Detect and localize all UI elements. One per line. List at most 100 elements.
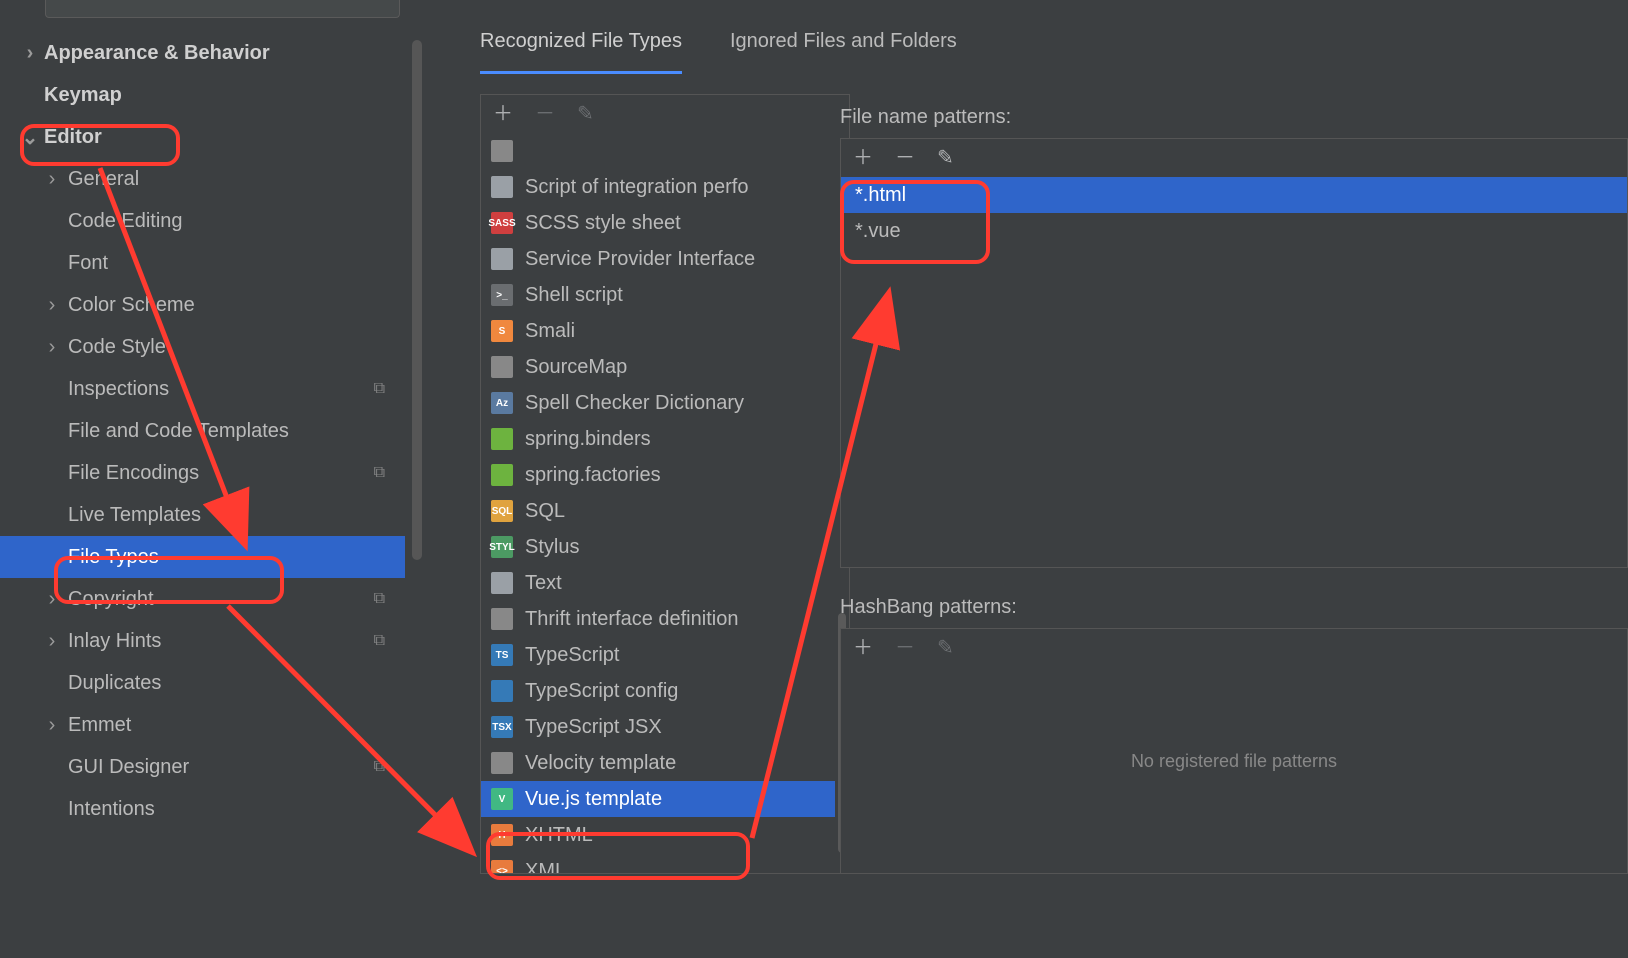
- filetype-icon: [491, 176, 513, 198]
- add-pattern-icon[interactable]: ＋: [853, 148, 873, 168]
- hashbang-empty-message: No registered file patterns: [841, 751, 1627, 772]
- pattern-item[interactable]: *.vue: [841, 213, 1627, 249]
- filetype-item[interactable]: S Smali: [481, 313, 849, 349]
- sidebar-item-code-editing[interactable]: Code Editing: [0, 200, 405, 242]
- tab-ignored-files[interactable]: Ignored Files and Folders: [730, 30, 957, 74]
- sidebar-item-editor[interactable]: ⌄Editor: [0, 116, 405, 158]
- sidebar-item-live-templates[interactable]: Live Templates: [0, 494, 405, 536]
- filetypes-list[interactable]: Script of integration perfoSASSSCSS styl…: [481, 133, 849, 873]
- settings-search-input[interactable]: [45, 0, 400, 18]
- sidebar-item-font[interactable]: Font: [0, 242, 405, 284]
- filetype-item[interactable]: spring.binders: [481, 421, 849, 457]
- sidebar-item-appearance-behavior[interactable]: ›Appearance & Behavior: [0, 32, 405, 74]
- sidebar-item-gui-designer[interactable]: GUI Designer⧉: [0, 746, 405, 788]
- filetype-label: SCSS style sheet: [525, 212, 681, 235]
- filetype-item[interactable]: spring.factories: [481, 457, 849, 493]
- chevron-icon: ›: [40, 168, 64, 191]
- filetype-item[interactable]: HXHTML: [481, 817, 849, 853]
- filetype-label: Spell Checker Dictionary: [525, 392, 744, 415]
- filetype-item[interactable]: Thrift interface definition: [481, 601, 849, 637]
- filetype-icon: [491, 248, 513, 270]
- filetype-item[interactable]: Velocity template: [481, 745, 849, 781]
- sidebar-item-label: General: [68, 168, 139, 191]
- filetype-icon: S: [491, 320, 513, 342]
- sidebar-item-label: Inspections: [68, 378, 169, 401]
- sidebar-item-label: Appearance & Behavior: [44, 42, 270, 65]
- chevron-icon: ›: [18, 42, 42, 65]
- pattern-item[interactable]: *.html: [841, 177, 1627, 213]
- filetype-label: SourceMap: [525, 356, 627, 379]
- patterns-panel: ＋ － ✎ *.html *.vue: [840, 138, 1628, 568]
- sidebar-item-keymap[interactable]: Keymap: [0, 74, 405, 116]
- filetype-item[interactable]: SQLSQL: [481, 493, 849, 529]
- sidebar-item-duplicates[interactable]: Duplicates: [0, 662, 405, 704]
- patterns-list[interactable]: *.html *.vue: [841, 177, 1627, 249]
- pattern-label: *.vue: [855, 220, 901, 243]
- filetype-label: XML: [525, 860, 566, 874]
- filetype-item[interactable]: TypeScript config: [481, 673, 849, 709]
- sidebar-item-file-and-code-templates[interactable]: File and Code Templates: [0, 410, 405, 452]
- filetype-item[interactable]: Az Spell Checker Dictionary: [481, 385, 849, 421]
- sidebar-item-file-types[interactable]: File Types: [0, 536, 405, 578]
- filetype-icon: STYL: [491, 536, 513, 558]
- filetype-label: Text: [525, 572, 562, 595]
- filetype-icon: H: [491, 824, 513, 846]
- sidebar-item-label: Inlay Hints: [68, 630, 161, 653]
- filetype-icon: V: [491, 788, 513, 810]
- scheme-icon: ⧉: [374, 632, 385, 650]
- edit-pattern-icon[interactable]: ✎: [937, 148, 954, 168]
- filetype-icon: [491, 572, 513, 594]
- sidebar-item-emmet[interactable]: ›Emmet: [0, 704, 405, 746]
- filetype-item[interactable]: TSTypeScript: [481, 637, 849, 673]
- filetype-item[interactable]: >_Shell script: [481, 277, 849, 313]
- filetype-item[interactable]: SourceMap: [481, 349, 849, 385]
- sidebar-item-file-encodings[interactable]: File Encodings ⧉: [0, 452, 405, 494]
- sidebar-item-label: Live Templates: [68, 504, 201, 527]
- filetype-item[interactable]: Script of integration perfo: [481, 169, 849, 205]
- filetype-label: SQL: [525, 500, 565, 523]
- filetype-label: Velocity template: [525, 752, 676, 775]
- filetype-item[interactable]: SASSSCSS style sheet: [481, 205, 849, 241]
- filetype-icon: Az: [491, 392, 513, 414]
- sidebar-item-label: Code Editing: [68, 210, 183, 233]
- edit-hashbang-icon[interactable]: ✎: [937, 638, 954, 658]
- edit-filetype-icon[interactable]: ✎: [577, 104, 594, 124]
- chevron-icon: ›: [40, 714, 64, 737]
- add-hashbang-icon[interactable]: ＋: [853, 638, 873, 658]
- remove-pattern-icon[interactable]: －: [895, 148, 915, 168]
- remove-hashbang-icon[interactable]: －: [895, 638, 915, 658]
- chevron-icon: ⌄: [18, 125, 42, 150]
- filetype-icon: [491, 464, 513, 486]
- sidebar-item-intentions[interactable]: Intentions: [0, 788, 405, 830]
- sidebar-item-inlay-hints[interactable]: ›Inlay Hints⧉: [0, 620, 405, 662]
- sidebar-item-copyright[interactable]: ›Copyright ⧉: [0, 578, 405, 620]
- sidebar-item-color-scheme[interactable]: ›Color Scheme: [0, 284, 405, 326]
- filetype-label: Stylus: [525, 536, 579, 559]
- sidebar-item-label: Intentions: [68, 798, 155, 821]
- filetype-label: Smali: [525, 320, 575, 343]
- filetype-item[interactable]: TSXTypeScript JSX: [481, 709, 849, 745]
- sidebar-item-label: Duplicates: [68, 672, 161, 695]
- filetype-label: Thrift interface definition: [525, 608, 738, 631]
- sidebar-item-label: Emmet: [68, 714, 131, 737]
- chevron-icon: ›: [40, 588, 64, 611]
- remove-filetype-icon[interactable]: －: [535, 104, 555, 124]
- add-filetype-icon[interactable]: ＋: [493, 104, 513, 124]
- filetype-item[interactable]: VVue.js template: [481, 781, 849, 817]
- sidebar-scrollbar[interactable]: [412, 40, 422, 560]
- scheme-icon: ⧉: [374, 758, 385, 776]
- sidebar-item-code-style[interactable]: ›Code Style: [0, 326, 405, 368]
- scheme-icon: ⧉: [374, 464, 385, 482]
- filetype-icon: [491, 680, 513, 702]
- filetype-item[interactable]: <>XML: [481, 853, 849, 873]
- filetype-item[interactable]: Service Provider Interface: [481, 241, 849, 277]
- tab-recognized-filetypes[interactable]: Recognized File Types: [480, 30, 682, 74]
- filetype-item[interactable]: [481, 133, 849, 169]
- sidebar-item-inspections[interactable]: Inspections⧉: [0, 368, 405, 410]
- filetype-item[interactable]: Text: [481, 565, 849, 601]
- scheme-icon: ⧉: [374, 590, 385, 608]
- sidebar-item-label: File Encodings: [68, 462, 199, 485]
- sidebar-item-label: Copyright: [68, 588, 154, 611]
- filetype-item[interactable]: STYL Stylus: [481, 529, 849, 565]
- sidebar-item-general[interactable]: ›General: [0, 158, 405, 200]
